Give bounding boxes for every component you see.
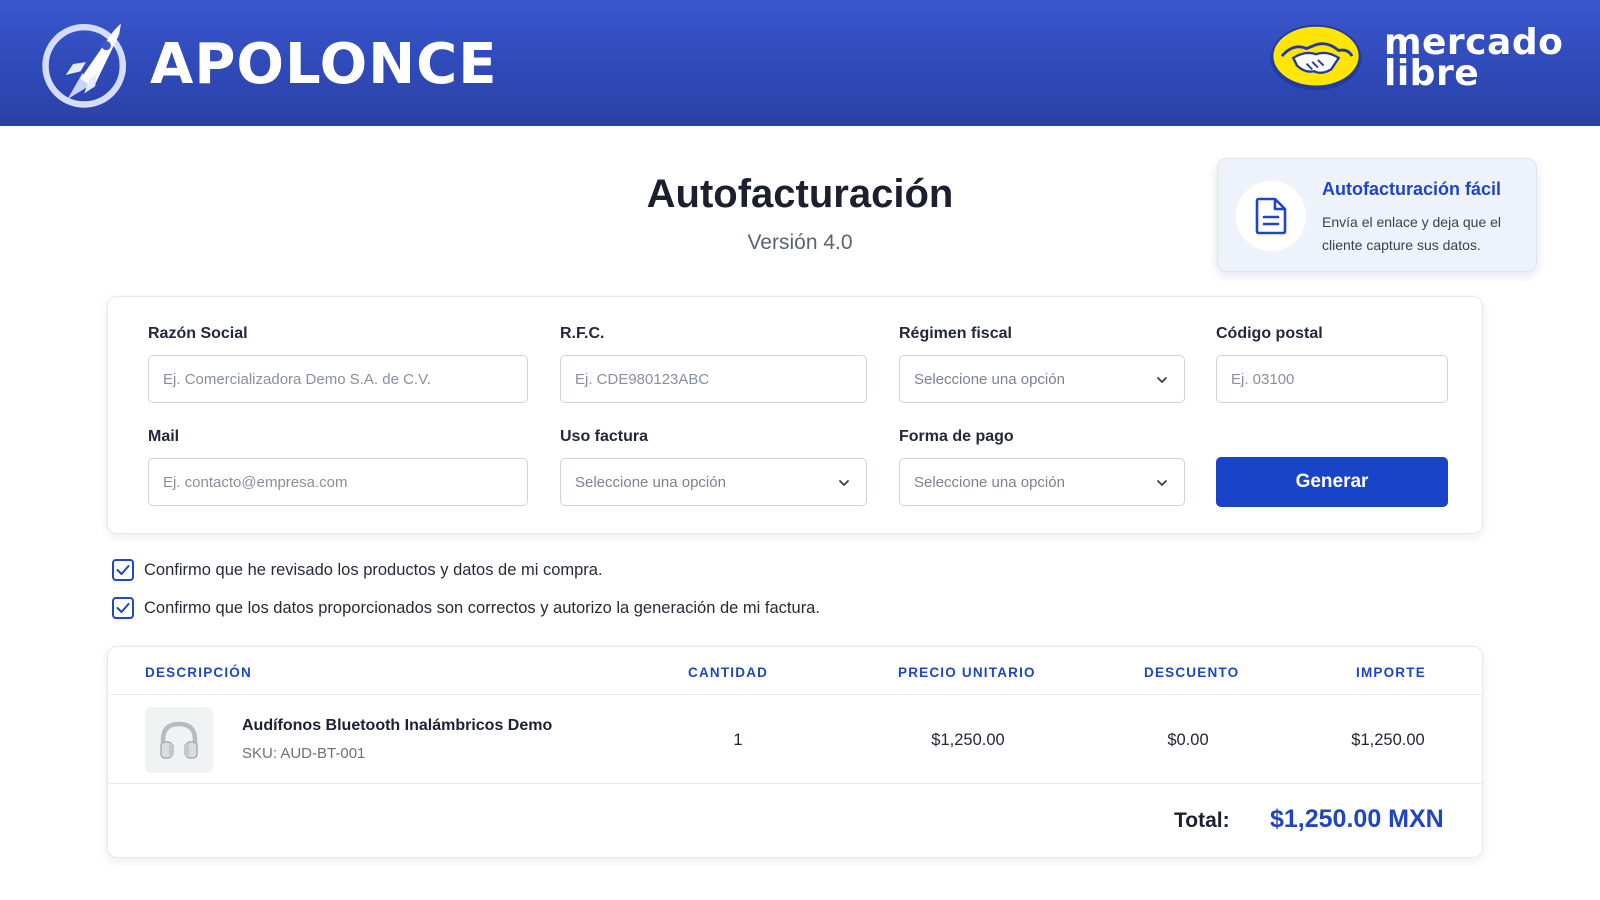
- uso-factura-select[interactable]: Seleccione una opción: [560, 458, 867, 506]
- cell-importe: $1,250.00: [1351, 731, 1425, 749]
- apolonce-brand[interactable]: APOLONCE: [40, 18, 498, 110]
- mercado-libre-wordmark: mercado libre: [1384, 25, 1563, 92]
- promo-icon-circle: [1236, 181, 1306, 251]
- razon-social-label: Razón Social: [148, 325, 248, 342]
- confirm-data-label: Confirmo que los datos proporcionados so…: [144, 598, 820, 617]
- page-subtitle: Versión 4.0: [747, 231, 853, 254]
- mail-input[interactable]: [148, 458, 528, 506]
- product-sku: SKU: AUD-BT-001: [242, 745, 366, 762]
- page-title: Autofacturación: [646, 172, 954, 216]
- confirm-products-checkbox[interactable]: [112, 559, 134, 581]
- cell-precio-unitario: $1,250.00: [931, 731, 1005, 749]
- regimen-fiscal-value: Seleccione una opción: [914, 370, 1065, 388]
- forma-pago-value: Seleccione una opción: [914, 473, 1065, 491]
- checkmark-icon: [116, 603, 130, 613]
- invoice-form: Razón Social R.F.C. Régimen fiscal Selec…: [107, 296, 1483, 534]
- confirm-data-checkbox[interactable]: [112, 597, 134, 619]
- confirm-products-row[interactable]: Confirmo que he revisado los productos y…: [112, 559, 603, 581]
- chevron-down-icon: [839, 480, 849, 486]
- total-label: Total:: [1174, 809, 1230, 832]
- document-icon: [1255, 197, 1287, 235]
- codigo-postal-input[interactable]: [1216, 355, 1448, 403]
- products-table: DESCRIPCIÓN CANTIDAD PRECIO UNITARIO DES…: [107, 646, 1483, 858]
- promo-title: Autofacturación fácil: [1322, 179, 1502, 199]
- promo-text: Envía el enlace y deja que el cliente ca…: [1322, 214, 1502, 253]
- total-value: $1,250.00 MXN: [1270, 805, 1444, 833]
- top-header: APOLONCE mercado libre: [0, 0, 1600, 126]
- forma-pago-label: Forma de pago: [899, 428, 1014, 445]
- confirm-data-row[interactable]: Confirmo que los datos proporcionados so…: [112, 597, 820, 619]
- header-divider: [108, 694, 1482, 695]
- headphones-icon: [160, 721, 198, 759]
- checkmark-icon: [116, 565, 130, 575]
- cell-descuento: $0.00: [1167, 731, 1209, 749]
- product-name: Audífonos Bluetooth Inalámbricos Demo: [242, 717, 553, 734]
- codigo-postal-label: Código postal: [1216, 325, 1323, 342]
- mail-label: Mail: [148, 428, 180, 445]
- brand-name: APOLONCE: [150, 31, 498, 97]
- confirm-products-label: Confirmo que he revisado los productos y…: [144, 560, 603, 579]
- rocket-icon: [42, 23, 127, 108]
- mercado-libre-logo[interactable]: mercado libre: [1268, 22, 1563, 94]
- uso-factura-value: Seleccione una opción: [575, 473, 726, 491]
- chevron-down-icon: [1157, 377, 1167, 383]
- row-divider: [108, 783, 1482, 784]
- header-descripcion: DESCRIPCIÓN: [145, 665, 252, 680]
- rfc-label: R.F.C.: [560, 325, 605, 342]
- header-precio-unitario: PRECIO UNITARIO: [898, 665, 1036, 680]
- generate-button[interactable]: Generar: [1216, 457, 1448, 507]
- handshake-icon: [1270, 24, 1362, 91]
- regimen-fiscal-label: Régimen fiscal: [899, 325, 1012, 342]
- rfc-input[interactable]: [560, 355, 867, 403]
- cell-cantidad: 1: [733, 731, 743, 749]
- forma-pago-select[interactable]: Seleccione una opción: [899, 458, 1185, 506]
- header-cantidad: CANTIDAD: [688, 665, 769, 680]
- product-thumbnail: [145, 707, 213, 773]
- razon-social-input[interactable]: [148, 355, 528, 403]
- chevron-down-icon: [1157, 480, 1167, 486]
- uso-factura-label: Uso factura: [560, 428, 649, 445]
- header-descuento: DESCUENTO: [1144, 665, 1240, 680]
- regimen-fiscal-select[interactable]: Seleccione una opción: [899, 355, 1185, 403]
- promo-card[interactable]: Autofacturación fácil Envía el enlace y …: [1217, 158, 1537, 272]
- header-importe: IMPORTE: [1356, 665, 1426, 680]
